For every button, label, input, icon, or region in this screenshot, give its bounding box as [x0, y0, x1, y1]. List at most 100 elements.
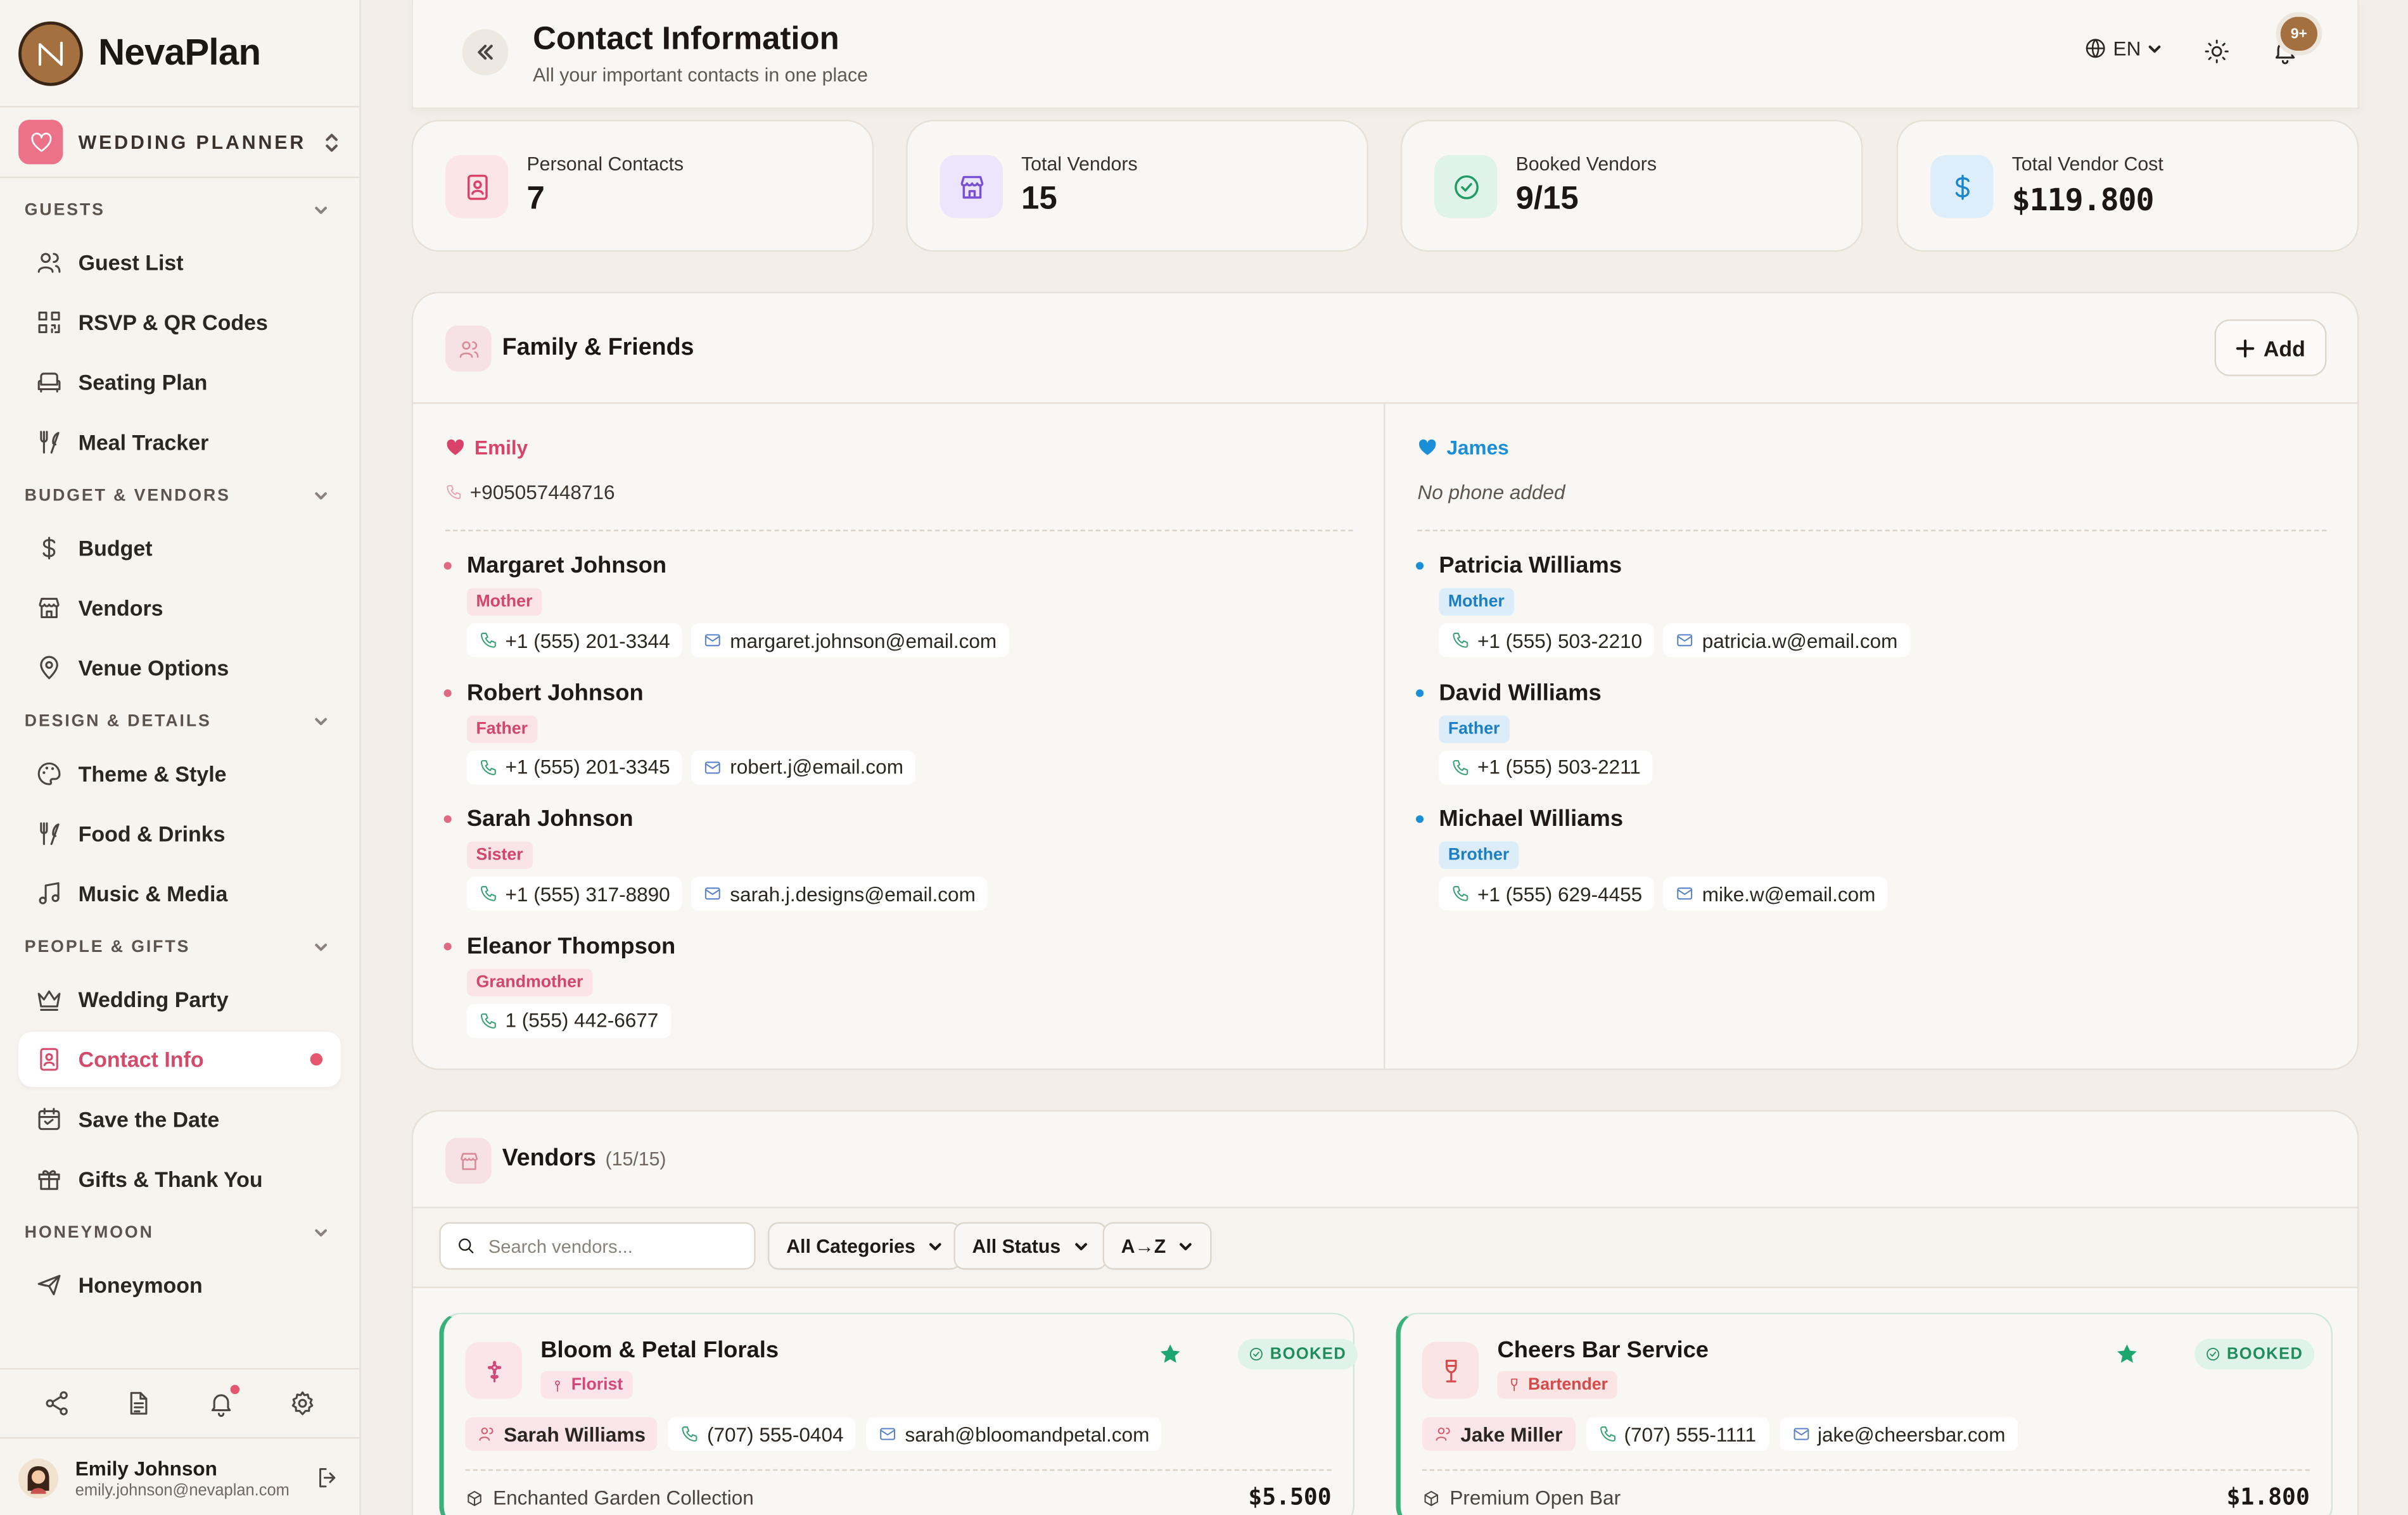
member-email[interactable]: robert.j@email.com	[691, 750, 916, 784]
sidebar-item-contact-info[interactable]: Contact Info	[18, 1031, 341, 1087]
add-contact-button[interactable]: Add	[2214, 319, 2327, 376]
divider	[1417, 529, 2327, 531]
member-phone[interactable]: +1 (555) 629-4455	[1439, 877, 1655, 911]
member-name-row: Sarah Johnson	[443, 806, 988, 832]
add-button-label: Add	[2263, 335, 2305, 360]
vendor-email[interactable]: jake@cheersbar.com	[1779, 1417, 2018, 1451]
member-phone[interactable]: +1 (555) 201-3344	[466, 623, 683, 657]
member-phone[interactable]: +1 (555) 503-2211	[1439, 750, 1653, 784]
sidebar-item-wedding-party[interactable]: Wedding Party	[18, 972, 341, 1027]
notifications-icon[interactable]	[207, 1385, 239, 1417]
stat-label: Personal Contacts	[526, 153, 684, 175]
store-icon	[35, 594, 63, 622]
sidebar-item-rsvp-qr-codes[interactable]: RSVP & QR Codes	[18, 295, 341, 350]
mail-icon	[704, 631, 722, 649]
check-circle-icon	[2207, 1348, 2220, 1361]
sidebar-item-venue-options[interactable]: Venue Options	[18, 640, 341, 695]
sidebar-item-label: Vendors	[78, 595, 163, 621]
member-name: Patricia Williams	[1439, 552, 1622, 579]
vendor-category: Florist	[571, 1375, 623, 1395]
member-name-row: Robert Johnson	[443, 680, 915, 706]
stat-label: Total Vendor Cost	[2011, 153, 2163, 175]
partner-phone[interactable]: +905057448716	[445, 481, 615, 504]
vendor-category: Bartender	[1527, 1375, 1608, 1395]
phone-icon	[1451, 884, 1470, 903]
package-icon	[1424, 1490, 1438, 1505]
users-icon	[445, 325, 492, 372]
sidebar-item-honeymoon[interactable]: Honeymoon	[18, 1257, 341, 1312]
vendor-card[interactable]: Cheers Bar Service Bartender BOOKED Jake…	[1396, 1312, 2333, 1515]
share-icon[interactable]	[42, 1390, 70, 1417]
language-selector[interactable]: EN	[2084, 37, 2163, 60]
theme-toggle-sun-icon[interactable]	[2204, 39, 2230, 65]
sort-value: A→Z	[1121, 1235, 1166, 1257]
sidebar-item-guest-list[interactable]: Guest List	[18, 235, 341, 290]
workspace-switcher[interactable]: WEDDING PLANNER	[0, 108, 360, 179]
logout-icon[interactable]	[315, 1465, 341, 1491]
bullet	[1416, 688, 1424, 697]
notification-count-badge: 9+	[2280, 16, 2317, 51]
utensils-icon	[35, 428, 63, 456]
sidebar-item-save-the-date[interactable]: Save the Date	[18, 1092, 341, 1147]
vendor-email-value: sarah@bloomandpetal.com	[905, 1422, 1150, 1446]
mail-icon	[1793, 1428, 1809, 1440]
member-role-badge: Mother	[1439, 588, 1514, 616]
category-filter-select[interactable]: All Categories	[768, 1222, 962, 1270]
document-icon[interactable]	[125, 1390, 153, 1417]
vendor-email[interactable]: sarah@bloomandpetal.com	[866, 1417, 1162, 1451]
brand[interactable]: NevaPlan	[0, 0, 360, 108]
divider	[1422, 1469, 2310, 1471]
vendor-phone[interactable]: (707) 555-0404	[668, 1417, 856, 1451]
user-profile[interactable]: Emily Johnson emily.johnson@nevaplan.com	[0, 1440, 359, 1515]
vendor-search-input[interactable]	[488, 1235, 734, 1257]
sidebar-item-label: Save the Date	[78, 1106, 220, 1132]
sidebar-section-header[interactable]: GUESTS	[0, 191, 359, 231]
vendor-search[interactable]	[439, 1222, 756, 1270]
member-email[interactable]: margaret.johnson@email.com	[691, 623, 1009, 657]
sidebar-item-music-media[interactable]: Music & Media	[18, 866, 341, 921]
favorite-star-icon[interactable]	[1158, 1342, 1183, 1367]
vendor-card[interactable]: Bloom & Petal Florals Florist BOOKED Sar…	[439, 1312, 1358, 1515]
favorite-star-icon[interactable]	[2115, 1342, 2139, 1367]
sidebar-item-gifts-thank-you[interactable]: Gifts & Thank You	[18, 1151, 341, 1207]
chevrons-left-icon	[478, 44, 493, 60]
app-root: NevaPlan WEDDING PLANNER GUESTS Guest Lis…	[0, 0, 2408, 1515]
family-member: Michael Williams Brother +1 (555) 629-4455…	[1416, 806, 1888, 911]
member-phone[interactable]: +1 (555) 503-2210	[1439, 623, 1655, 657]
vendor-status-badge: BOOKED	[2195, 1338, 2314, 1370]
member-email[interactable]: sarah.j.designs@email.com	[691, 877, 988, 911]
vendor-contact-name: Jake Miller	[1460, 1422, 1563, 1446]
sidebar-section-header[interactable]: DESIGN & DETAILS	[0, 702, 359, 742]
family-member: David Williams Father +1 (555) 503-2211	[1416, 680, 1653, 784]
page-subtitle: All your important contacts in one place	[533, 64, 869, 86]
member-phone-value: +1 (555) 201-3345	[505, 755, 670, 779]
sort-select[interactable]: A→Z	[1102, 1222, 1213, 1270]
card-header: Family & Friends Add	[413, 293, 2357, 404]
member-phone[interactable]: +1 (555) 201-3345	[466, 750, 683, 784]
sidebar-item-theme-style[interactable]: Theme & Style	[18, 746, 341, 801]
member-role-badge: Father	[466, 714, 537, 743]
settings-gear-icon[interactable]	[289, 1390, 317, 1417]
sidebar-item-meal-tracker[interactable]: Meal Tracker	[18, 415, 341, 470]
sidebar-section-header[interactable]: PEOPLE & GIFTS	[0, 927, 359, 967]
phone-icon	[1599, 1426, 1615, 1442]
member-email[interactable]: patricia.w@email.com	[1664, 623, 1910, 657]
vendor-category-badge: Florist	[540, 1371, 632, 1399]
sidebar-section-header[interactable]: HONEYMOON	[0, 1213, 359, 1253]
collapse-sidebar-button[interactable]	[462, 29, 509, 75]
member-name-row: Margaret Johnson	[443, 553, 1009, 579]
vendor-phone[interactable]: (707) 555-1111	[1585, 1417, 1769, 1451]
sidebar-item-food-drinks[interactable]: Food & Drinks	[18, 806, 341, 861]
sidebar-item-budget[interactable]: Budget	[18, 521, 341, 576]
sidebar-section-header[interactable]: BUDGET & VENDORS	[0, 476, 359, 516]
sidebar-item-vendors[interactable]: Vendors	[18, 580, 341, 635]
users-icon	[35, 249, 63, 277]
phone-icon	[682, 1426, 698, 1442]
member-phone[interactable]: 1 (555) 442-6677	[466, 1003, 671, 1037]
sidebar-item-seating-plan[interactable]: Seating Plan	[18, 355, 341, 410]
member-phone[interactable]: +1 (555) 317-8890	[466, 877, 683, 911]
member-email[interactable]: mike.w@email.com	[1664, 877, 1888, 911]
plane-icon	[35, 1271, 63, 1299]
vendor-category-badge: Bartender	[1497, 1371, 1617, 1399]
status-filter-select[interactable]: All Status	[953, 1222, 1107, 1270]
